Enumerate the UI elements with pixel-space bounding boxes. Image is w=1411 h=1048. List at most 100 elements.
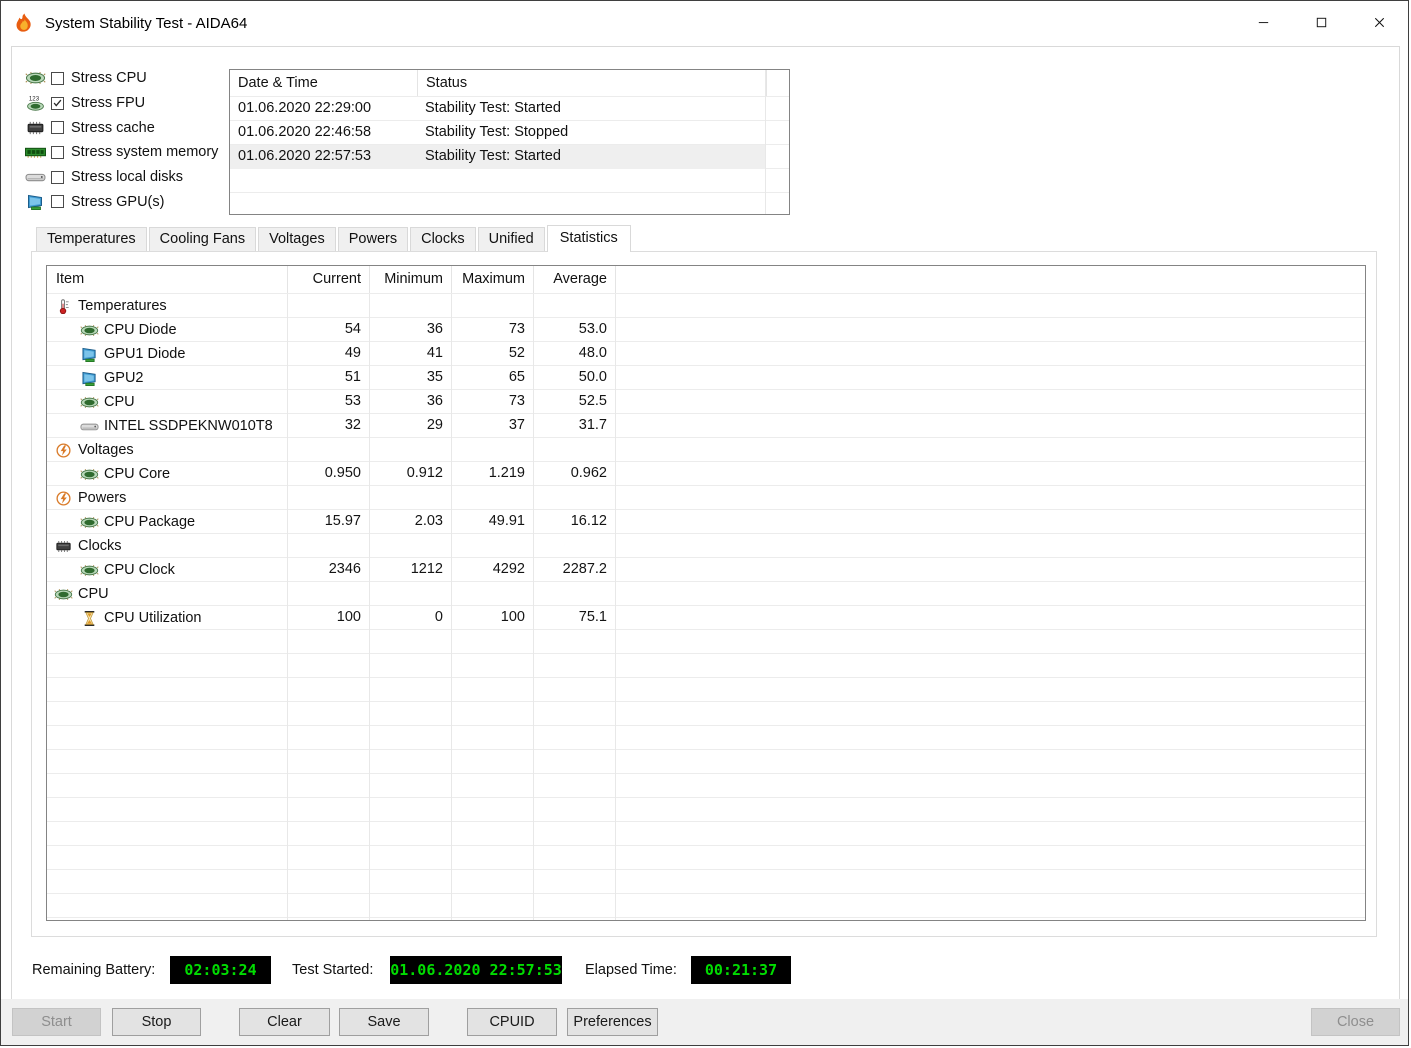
stress-checkbox[interactable] bbox=[51, 145, 64, 159]
tab-cooling-fans[interactable]: Cooling Fans bbox=[148, 227, 257, 251]
stats-item-label: CPU Package bbox=[104, 513, 196, 530]
log-col-status[interactable]: Status bbox=[417, 70, 766, 96]
stats-current-value: 100 bbox=[336, 609, 361, 625]
stats-current-value: 15.97 bbox=[324, 513, 361, 529]
stats-row-cpu-temp[interactable]: CPU 53 36 73 52.5 bbox=[47, 390, 1365, 414]
tab-statistics[interactable]: Statistics bbox=[546, 225, 631, 252]
stats-item-cell: Clocks bbox=[47, 534, 287, 558]
stats-maximum-value bbox=[451, 438, 533, 462]
maximize-button[interactable] bbox=[1292, 1, 1350, 43]
stats-row-cpu-group[interactable]: CPU bbox=[47, 582, 1365, 606]
stress-gpus-option: Stress GPU(s) bbox=[25, 189, 240, 214]
stats-filler-cell bbox=[615, 606, 1365, 630]
stats-average-value: 2287.2 bbox=[562, 561, 607, 577]
stats-col-maximum[interactable]: Maximum bbox=[451, 266, 533, 293]
stats-row-voltages[interactable]: Voltages bbox=[47, 438, 1365, 462]
gpu-icon bbox=[25, 194, 46, 210]
log-cell-status: Stability Test: Started bbox=[425, 100, 561, 116]
stats-row-gpu2[interactable]: GPU2 51 35 65 50.0 bbox=[47, 366, 1365, 390]
stats-row-cpu-core[interactable]: CPU Core 0.950 0.912 1.219 0.962 bbox=[47, 462, 1365, 486]
stats-item-cell: CPU Utilization bbox=[47, 606, 287, 630]
log-row-stopped[interactable]: 01.06.2020 22:46:58 Stability Test: Stop… bbox=[230, 121, 766, 145]
stress-options-group: Stress CPU Stress FPU Stress cache Stres… bbox=[25, 66, 240, 214]
stats-filler-cell bbox=[615, 534, 1365, 558]
stats-maximum-value: 65 bbox=[508, 369, 525, 385]
stats-current-value: 53 bbox=[344, 393, 361, 409]
stats-col-filler bbox=[615, 266, 1365, 293]
log-col-datetime[interactable]: Date & Time bbox=[230, 70, 417, 96]
stats-col-minimum[interactable]: Minimum bbox=[369, 266, 451, 293]
stats-item-label: GPU2 bbox=[104, 369, 144, 386]
stats-item-label: INTEL SSDPEKNW010T8 bbox=[104, 417, 273, 434]
stats-row-gpu1-diode[interactable]: GPU1 Diode 49 41 52 48.0 bbox=[47, 342, 1365, 366]
chip-icon bbox=[80, 395, 99, 410]
bolt-icon bbox=[54, 443, 73, 458]
stats-item-cell: INTEL SSDPEKNW010T8 bbox=[47, 414, 287, 438]
elapsed-time-label: Elapsed Time: bbox=[585, 962, 677, 978]
app-window: System Stability Test - AIDA64 Stress CP… bbox=[0, 0, 1409, 1046]
minimize-button[interactable] bbox=[1234, 1, 1292, 43]
stats-row-cpu-diode[interactable]: CPU Diode 54 36 73 53.0 bbox=[47, 318, 1365, 342]
stats-item-cell: CPU Core bbox=[47, 462, 287, 486]
stress-option-label: Stress FPU bbox=[71, 95, 146, 112]
clear-button[interactable]: Clear bbox=[239, 1008, 330, 1036]
stats-minimum-value: 35 bbox=[426, 369, 443, 385]
log-cell-status: Stability Test: Started bbox=[425, 148, 561, 164]
stress-checkbox[interactable] bbox=[51, 170, 64, 184]
stats-average-value: 52.5 bbox=[578, 393, 607, 409]
chip-icon bbox=[80, 467, 99, 482]
stats-maximum-value bbox=[451, 582, 533, 606]
start-button[interactable]: Start bbox=[12, 1008, 101, 1036]
stats-row-temperatures[interactable]: Temperatures bbox=[47, 294, 1365, 318]
stats-row-cpu-package[interactable]: CPU Package 15.97 2.03 49.91 16.12 bbox=[47, 510, 1365, 534]
tab-voltages[interactable]: Voltages bbox=[258, 227, 336, 251]
stats-average-value: 48.0 bbox=[578, 345, 607, 361]
stats-row-cpu-utilization[interactable]: CPU Utilization 100 0 100 75.1 bbox=[47, 606, 1365, 630]
bolt-icon bbox=[54, 491, 73, 506]
disk-icon bbox=[25, 169, 46, 185]
stress-checkbox[interactable] bbox=[51, 121, 64, 135]
cpuid-button[interactable]: CPUID bbox=[467, 1008, 557, 1036]
stats-col-average[interactable]: Average bbox=[533, 266, 615, 293]
stress-checkbox[interactable] bbox=[51, 195, 64, 209]
stats-row-powers[interactable]: Powers bbox=[47, 486, 1365, 510]
stats-current-value: 32 bbox=[344, 417, 361, 433]
log-table-header: Date & Time Status bbox=[230, 70, 789, 97]
thermometer-icon bbox=[54, 299, 73, 314]
stats-item-label: CPU Clock bbox=[104, 561, 175, 578]
stats-average-value: 50.0 bbox=[578, 369, 607, 385]
disk-icon bbox=[80, 419, 99, 434]
tab-powers[interactable]: Powers bbox=[337, 227, 409, 251]
stats-row-intel-ssd[interactable]: INTEL SSDPEKNW010T8 32 29 37 31.7 bbox=[47, 414, 1365, 438]
tab-unified[interactable]: Unified bbox=[477, 227, 545, 251]
test-started-label: Test Started: bbox=[292, 962, 374, 978]
tab-label: Clocks bbox=[421, 231, 465, 247]
stats-maximum-value: 73 bbox=[508, 321, 525, 337]
save-button[interactable]: Save bbox=[339, 1008, 429, 1036]
chipdark-icon bbox=[25, 120, 46, 136]
close-button[interactable]: Close bbox=[1311, 1008, 1400, 1036]
tab-clocks[interactable]: Clocks bbox=[410, 227, 476, 251]
tab-label: Cooling Fans bbox=[159, 231, 246, 247]
chip-icon bbox=[80, 563, 99, 578]
chipdark-icon bbox=[54, 539, 73, 554]
tab-temperatures[interactable]: Temperatures bbox=[36, 227, 147, 251]
log-cell-datetime: 01.06.2020 22:57:53 bbox=[238, 148, 372, 164]
stats-current-value: 54 bbox=[344, 321, 361, 337]
stats-row-clocks[interactable]: Clocks bbox=[47, 534, 1365, 558]
button-label: Save bbox=[367, 1014, 401, 1030]
stop-button[interactable]: Stop bbox=[112, 1008, 201, 1036]
stats-col-current[interactable]: Current bbox=[287, 266, 369, 293]
close-window-button[interactable] bbox=[1350, 1, 1408, 43]
log-row-started-1[interactable]: 01.06.2020 22:29:00 Stability Test: Star… bbox=[230, 97, 766, 121]
tab-label: Unified bbox=[488, 231, 534, 247]
preferences-button[interactable]: Preferences bbox=[567, 1008, 658, 1036]
stress-checkbox[interactable] bbox=[51, 96, 64, 110]
tab-bar: Temperatures Cooling Fans Voltages Power… bbox=[36, 225, 633, 252]
stress-option-label: Stress GPU(s) bbox=[71, 193, 165, 210]
stats-col-item[interactable]: Item bbox=[47, 266, 287, 293]
stats-average-value bbox=[533, 438, 615, 462]
log-row-started-2[interactable]: 01.06.2020 22:57:53 Stability Test: Star… bbox=[230, 145, 766, 169]
stress-checkbox[interactable] bbox=[51, 71, 64, 85]
stats-row-cpu-clock[interactable]: CPU Clock 2346 1212 4292 2287.2 bbox=[47, 558, 1365, 582]
